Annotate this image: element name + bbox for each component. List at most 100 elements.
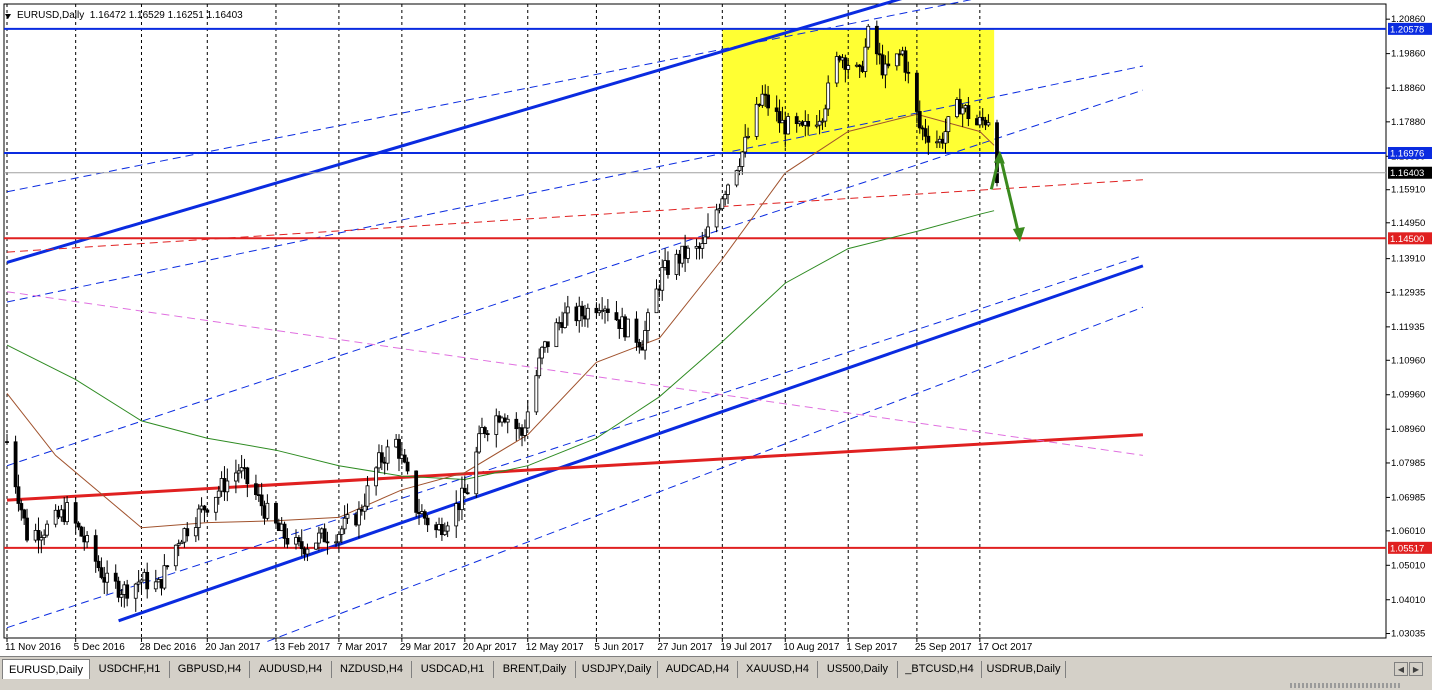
candle-body <box>13 441 18 488</box>
candle-body <box>405 461 410 472</box>
x-tick-label: 28 Dec 2016 <box>139 642 196 653</box>
x-tick-label: 5 Dec 2016 <box>74 642 126 653</box>
candle-body <box>525 411 530 429</box>
candle-body <box>314 542 318 550</box>
candle-body <box>660 267 665 291</box>
tab-us500-daily[interactable]: US500,Daily <box>818 661 898 678</box>
candle-body <box>196 508 201 528</box>
candle-body <box>823 108 828 122</box>
status-progress-indicator <box>1290 683 1400 688</box>
candle-body <box>259 494 264 507</box>
price-label-text: 1.16976 <box>1390 148 1424 159</box>
chart-menu-icon[interactable] <box>5 14 11 19</box>
y-tick-label: 1.14950 <box>1391 218 1425 229</box>
x-tick-label: 29 Mar 2017 <box>400 642 457 653</box>
candle-body <box>385 446 390 464</box>
candle-body <box>514 418 519 430</box>
candle-body <box>966 105 971 120</box>
y-tick-label: 1.07985 <box>1391 458 1425 469</box>
candle-body <box>202 505 207 511</box>
tab-eurusd-daily[interactable]: EURUSD,Daily <box>2 659 90 679</box>
candle-body <box>462 487 467 494</box>
candle-body <box>686 247 690 259</box>
candle-body <box>700 243 705 249</box>
chart-window[interactable]: 11 Nov 2016 5 Dec 2016 28 Dec 2016 20 Jan 2… <box>0 0 1432 656</box>
candle-body <box>165 565 170 568</box>
x-tick-label: 27 Jun 2017 <box>657 642 712 653</box>
candle-body <box>605 308 610 313</box>
candle-body <box>637 342 642 348</box>
candle-body <box>826 82 831 110</box>
candle-body <box>534 375 539 413</box>
candle-body <box>113 572 118 582</box>
candle-body <box>99 567 104 578</box>
tab-usdcad-h1[interactable]: USDCAD,H1 <box>412 661 494 678</box>
tab-scroll-right-icon[interactable]: ▶ <box>1409 662 1423 676</box>
candle-body <box>537 357 542 377</box>
price-label-text: 1.05517 <box>1390 543 1424 554</box>
candle-body <box>846 65 851 70</box>
candle-body <box>923 128 928 137</box>
x-tick-label: 20 Jan 2017 <box>205 642 260 653</box>
candle-body <box>720 198 725 210</box>
candle-body <box>760 93 765 106</box>
candle-body <box>554 322 559 348</box>
candle-body <box>903 50 908 73</box>
candle-body <box>485 433 490 435</box>
y-tick-label: 1.19860 <box>1391 49 1425 60</box>
y-tick-label: 1.06010 <box>1391 526 1425 537</box>
candle-body <box>634 318 639 343</box>
chart-tab-bar: EURUSD,Daily USDCHF,H1 GBPUSD,H4 AUDUSD,H4 N… <box>0 656 1432 690</box>
highlight-zone <box>722 28 995 153</box>
candle-body <box>299 541 304 550</box>
candle-body <box>926 135 931 143</box>
tab-audusd-h4[interactable]: AUDUSD,H4 <box>250 661 332 678</box>
tab-btcusd-h4[interactable]: _BTCUSD,H4 <box>898 661 982 678</box>
candle-body <box>425 517 430 526</box>
candle-body <box>646 312 650 331</box>
candle-body <box>173 544 178 567</box>
tab-xauusd-h4[interactable]: XAUUSD,H4 <box>738 661 818 678</box>
candle-body <box>442 530 447 536</box>
x-tick-label: 12 May 2017 <box>526 642 584 653</box>
tab-usdjpy-daily[interactable]: USDJPY,Daily <box>576 661 658 678</box>
candle-body <box>643 330 647 351</box>
candle-body <box>265 502 270 519</box>
candle-body <box>305 548 310 555</box>
candle-body <box>414 470 419 513</box>
candle-body <box>723 194 728 200</box>
tab-scroll-left-icon[interactable]: ◀ <box>1394 662 1408 676</box>
x-tick-label: 17 Oct 2017 <box>978 642 1033 653</box>
tab-usdchf-h1[interactable]: USDCHF,H1 <box>90 661 170 678</box>
candle-body <box>445 525 450 532</box>
y-tick-label: 1.09960 <box>1391 390 1425 401</box>
candle-body <box>362 505 367 512</box>
candle-body <box>119 594 124 598</box>
tab-usdrub-daily[interactable]: USDRUB,Daily <box>982 661 1066 678</box>
y-tick-label: 1.13910 <box>1391 254 1425 265</box>
tab-nzdusd-h4[interactable]: NZDUSD,H4 <box>332 661 412 678</box>
candle-body <box>185 528 190 537</box>
candle-body <box>482 427 487 434</box>
y-tick-label: 1.18860 <box>1391 83 1425 94</box>
tab-gbpusd-h4[interactable]: GBPUSD,H4 <box>170 661 250 678</box>
candle-body <box>917 111 922 129</box>
candle-body <box>79 526 84 537</box>
candle-body <box>145 571 150 590</box>
candle-body <box>274 502 278 524</box>
candle-body <box>285 538 290 545</box>
candle-body <box>754 103 759 137</box>
candle-body <box>19 503 24 511</box>
candle-body <box>834 56 839 84</box>
tab-brent-daily[interactable]: BRENT,Daily <box>494 661 576 678</box>
candle-body <box>22 509 27 519</box>
tab-audcad-h4[interactable]: AUDCAD,H4 <box>658 661 738 678</box>
candle-body <box>806 121 811 127</box>
price-chart[interactable]: 11 Nov 2016 5 Dec 2016 28 Dec 2016 20 Jan 2… <box>0 0 1432 656</box>
candle-body <box>522 427 527 436</box>
plot-area <box>3 3 1387 639</box>
candle-body <box>886 63 891 67</box>
candle-body <box>766 94 770 109</box>
candle-body <box>133 583 138 599</box>
candle-body <box>345 514 350 519</box>
